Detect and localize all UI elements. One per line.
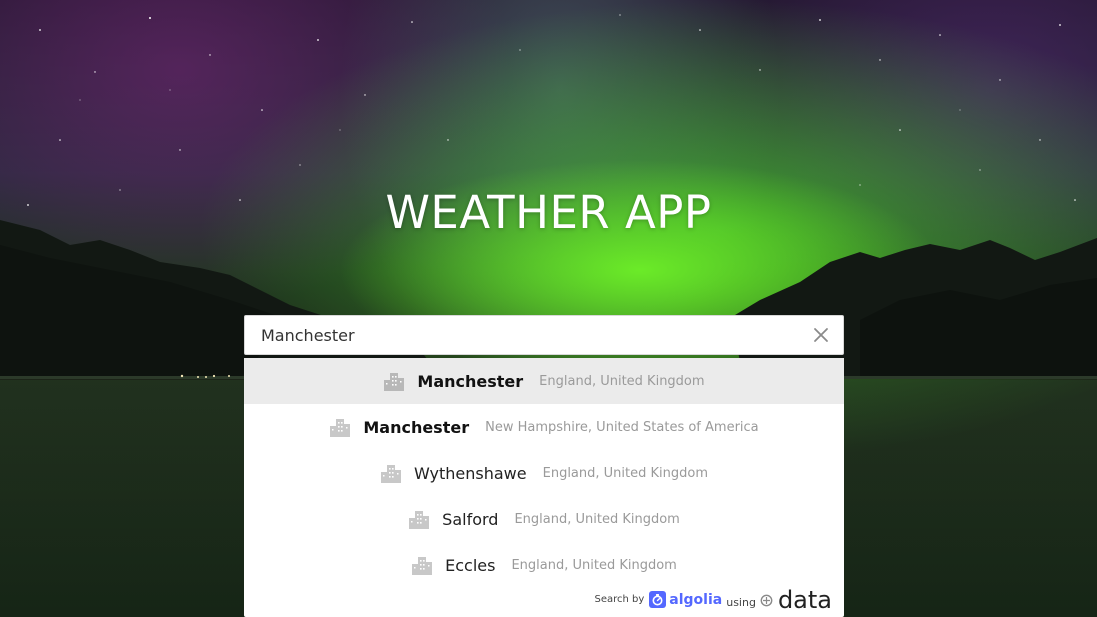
suggestion-name: Salford [442,509,499,529]
suggestion-item[interactable]: Manchester England, United Kingdom [244,358,844,404]
city-icon [384,373,405,391]
suggestion-name: Manchester [363,417,470,437]
suggestion-item[interactable]: Manchester New Hampshire, United States … [244,404,844,450]
algolia-label[interactable]: algolia [669,592,722,608]
suggestion-name: Manchester [417,371,524,391]
data-provider-label[interactable]: data [778,587,832,613]
suggestions-dropdown: Manchester England, United Kingdom Manch… [244,358,844,617]
suggestion-region: England, United Kingdom [514,511,680,527]
city-icon [409,511,430,529]
suggestion-name: Wythenshawe [413,463,527,483]
suggestion-name: Eccles [445,555,496,575]
using-label: using [726,596,756,609]
suggestion-region: New Hampshire, United States of America [485,419,759,435]
search-box[interactable] [244,315,844,355]
suggestion-region: England, United Kingdom [539,373,705,389]
suggestion-region: England, United Kingdom [542,465,708,481]
suggestion-item[interactable]: Salford England, United Kingdom [244,496,844,542]
close-icon[interactable] [813,327,829,343]
city-icon [380,465,401,483]
page-title: WEATHER APP [385,186,712,239]
suggestion-item[interactable]: Wythenshawe England, United Kingdom [244,450,844,496]
algolia-logo-icon[interactable] [649,591,667,608]
attribution-footer: Search by algolia using data [594,587,832,613]
search-by-label: Search by [594,594,645,605]
city-icon [412,557,433,575]
suggestion-item[interactable]: Eccles England, United Kingdom [244,542,844,588]
search-input[interactable] [245,316,805,354]
suggestion-region: England, United Kingdom [511,557,677,573]
geonames-logo-icon [760,594,773,607]
city-icon [330,419,351,437]
